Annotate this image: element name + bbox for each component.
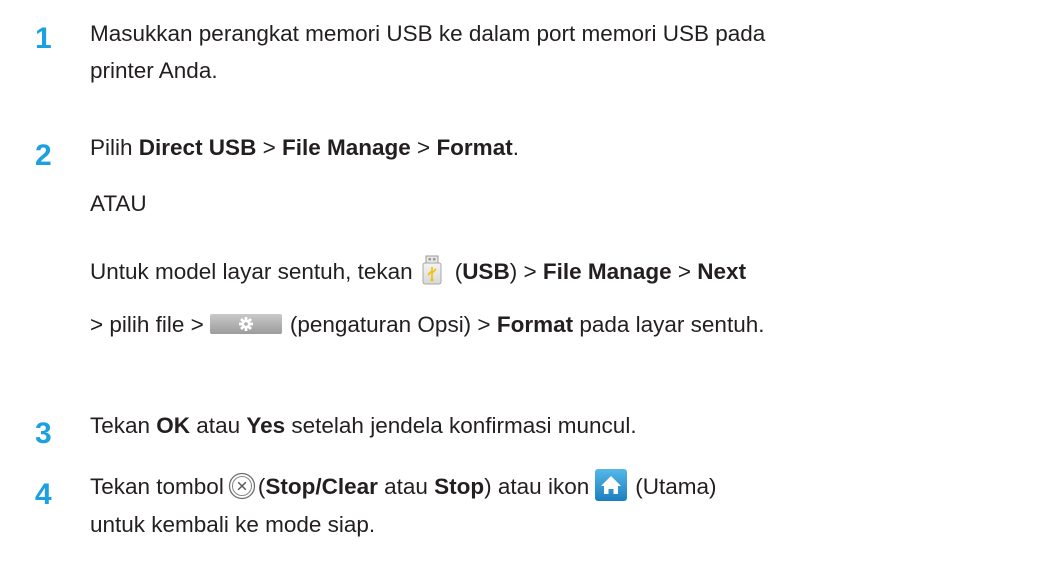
ok-label: OK [156,413,191,438]
text-run: > [410,135,437,160]
or-text: ATAU [90,191,147,216]
step-text: Tekan tombol (Stop/Clear atau Stop) atau… [90,469,717,502]
text-run: ) atau ikon [484,474,590,499]
text-run: (Utama) [635,474,717,499]
step-text: Pilih Direct USB > File Manage > Format. [90,134,519,162]
settings-gear-icon [209,314,282,335]
step-text: printer Anda. [90,57,218,85]
step-text: Tekan OK atau Yes setelah jendela konfir… [90,412,637,440]
text-run: ) > [509,259,543,284]
stop-clear-label: Stop/Clear [265,474,378,499]
menu-file-manage: File Manage [542,259,672,284]
step-number: 4 [35,478,52,511]
step-text: Untuk model layar sentuh, tekan (USB) > … [90,255,747,286]
step-text-line: Masukkan perangkat memori USB ke dalam p… [90,21,766,46]
usb-label: USB [462,259,510,284]
step-number: 3 [35,417,52,450]
text-run: > [256,135,282,160]
step-text: > pilih file > (pengaturan Opsi) > Forma… [90,311,764,339]
text-run: Pilih [90,135,139,160]
menu-direct-usb: Direct USB [138,135,257,160]
step-text: untuk kembali ke mode siap. [90,511,375,539]
step-text: Masukkan perangkat memori USB ke dalam p… [90,20,765,48]
menu-format: Format [496,312,574,337]
text-run: atau [190,413,247,438]
text-run: pada layar sentuh. [573,312,765,337]
text-run: (pengaturan Opsi) > [289,312,497,337]
yes-label: Yes [246,413,286,438]
stop-label: Stop [434,474,485,499]
stop-clear-icon [228,472,256,500]
text-run: Tekan [90,413,157,438]
text-run: . [512,135,519,160]
menu-file-manage: File Manage [281,135,411,160]
menu-format: Format [436,135,513,160]
step-text-line: printer Anda. [90,58,218,83]
usb-icon [421,255,443,285]
text-run: Tekan tombol [90,474,224,499]
menu-next: Next [697,259,747,284]
step-text: ATAU [90,190,147,218]
home-icon [595,469,628,502]
text-run: > pilih file > [90,312,204,337]
text-run: atau [377,474,435,499]
step-number: 1 [35,22,52,55]
text-run: Untuk model layar sentuh, tekan [90,259,413,284]
step-number: 2 [35,139,52,172]
text-run: setelah jendela konfirmasi muncul. [285,413,637,438]
step-text-line: untuk kembali ke mode siap. [90,512,376,537]
text-run: > [671,259,698,284]
